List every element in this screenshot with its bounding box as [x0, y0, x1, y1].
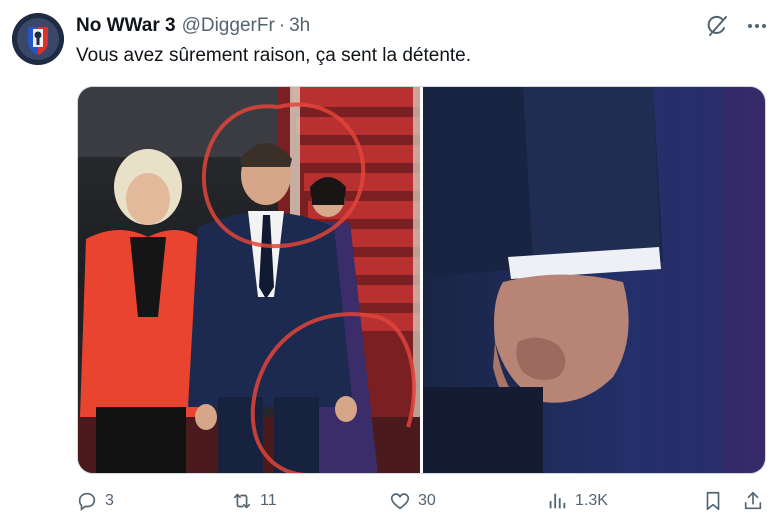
retweet-button[interactable]: 11 — [231, 490, 277, 512]
top-right-actions — [704, 13, 770, 39]
reply-button[interactable]: 3 — [76, 490, 114, 512]
more-icon[interactable] — [744, 13, 770, 39]
user-handle[interactable]: @DiggerFr — [182, 15, 275, 37]
reply-icon — [78, 492, 96, 511]
retweet-icon — [233, 493, 251, 509]
tweet-text: Vous avez sûrement raison, ça sent la dé… — [76, 45, 472, 66]
couple-walking-photo — [78, 87, 420, 473]
views-icon — [549, 493, 566, 509]
clenched-fist-photo — [423, 87, 765, 473]
bookmark-icon — [706, 491, 720, 511]
display-name[interactable]: No WWar 3 — [76, 15, 176, 37]
photo-left[interactable] — [78, 87, 420, 473]
share-button[interactable] — [742, 490, 764, 512]
view-count: 1.3K — [575, 492, 608, 509]
timestamp[interactable]: 3h — [289, 15, 310, 37]
grok-icon[interactable] — [704, 13, 730, 39]
like-count: 30 — [418, 492, 436, 509]
like-button[interactable]: 30 — [389, 490, 436, 512]
avatar-emblem-icon — [12, 13, 64, 65]
share-icon — [744, 491, 762, 510]
retweet-count: 11 — [260, 492, 277, 509]
photo-right[interactable] — [423, 87, 765, 473]
heart-icon — [390, 493, 410, 510]
views-button[interactable]: 1.3K — [546, 490, 608, 512]
tweet-media[interactable] — [77, 86, 766, 474]
bookmark-button[interactable] — [702, 490, 724, 512]
separator-dot: · — [278, 15, 286, 36]
action-bar: 3 11 30 1.3K — [76, 490, 766, 518]
avatar[interactable] — [12, 13, 64, 65]
reply-count: 3 — [105, 492, 114, 509]
tweet-header: No WWar 3 @DiggerFr · 3h — [76, 15, 310, 37]
